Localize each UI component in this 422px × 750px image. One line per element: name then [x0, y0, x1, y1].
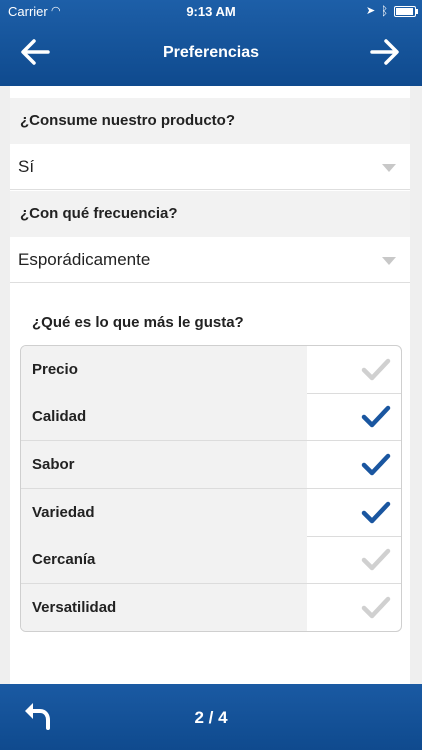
- status-bar: Carrier ◠ 9:13 AM ➤ ᛒ: [0, 0, 422, 22]
- status-time: 9:13 AM: [186, 4, 236, 19]
- checkmark-icon[interactable]: [307, 441, 401, 488]
- dropdown-caret-icon: [382, 257, 396, 265]
- option-label: Calidad: [21, 393, 307, 440]
- option-row-versatilidad[interactable]: Versatilidad: [21, 584, 401, 631]
- option-label: Versatilidad: [21, 584, 307, 631]
- checkmark-icon[interactable]: [307, 346, 401, 393]
- frequency-select[interactable]: Esporádicamente: [10, 237, 410, 283]
- option-row-calidad[interactable]: Calidad: [21, 393, 401, 441]
- preferences-question: ¿Qué es lo que más le gusta?: [32, 314, 244, 331]
- option-row-cercania[interactable]: Cercanía: [21, 536, 401, 584]
- question-label-consume: ¿Consume nuestro producto?: [10, 98, 410, 144]
- location-icon: ➤: [366, 5, 376, 17]
- battery-icon: [394, 6, 418, 17]
- dropdown-caret-icon: [382, 164, 396, 172]
- preferences-list: Precio Calidad Sabor Variedad Cercanía V…: [20, 345, 402, 632]
- option-row-precio[interactable]: Precio: [21, 346, 401, 394]
- option-label: Precio: [21, 346, 307, 393]
- nav-header: Carrier ◠ 9:13 AM ➤ ᛒ Preferencias: [0, 0, 422, 86]
- option-label: Variedad: [21, 489, 307, 536]
- bluetooth-icon: ᛒ: [381, 4, 389, 18]
- form-content[interactable]: ¿Consume nuestro producto? Sí ¿Con qué f…: [0, 86, 422, 684]
- question-label-frequency: ¿Con qué frecuencia?: [10, 191, 410, 237]
- footer-bar: 2 / 4: [0, 684, 422, 750]
- option-label: Cercanía: [21, 536, 307, 583]
- consume-select[interactable]: Sí: [10, 144, 410, 190]
- option-label: Sabor: [21, 441, 307, 488]
- next-button[interactable]: [366, 36, 402, 68]
- checkmark-icon[interactable]: [307, 536, 401, 583]
- frequency-select-value: Esporádicamente: [18, 250, 151, 269]
- checkmark-icon[interactable]: [307, 489, 401, 536]
- checkmark-icon[interactable]: [307, 393, 401, 440]
- checkmark-icon[interactable]: [307, 584, 401, 631]
- option-row-variedad[interactable]: Variedad: [21, 489, 401, 537]
- consume-select-value: Sí: [18, 157, 35, 176]
- page-title: Preferencias: [162, 44, 260, 61]
- arrow-right-icon: [370, 39, 399, 65]
- page-indicator: 2 / 4: [194, 708, 228, 727]
- option-row-sabor[interactable]: Sabor: [21, 441, 401, 489]
